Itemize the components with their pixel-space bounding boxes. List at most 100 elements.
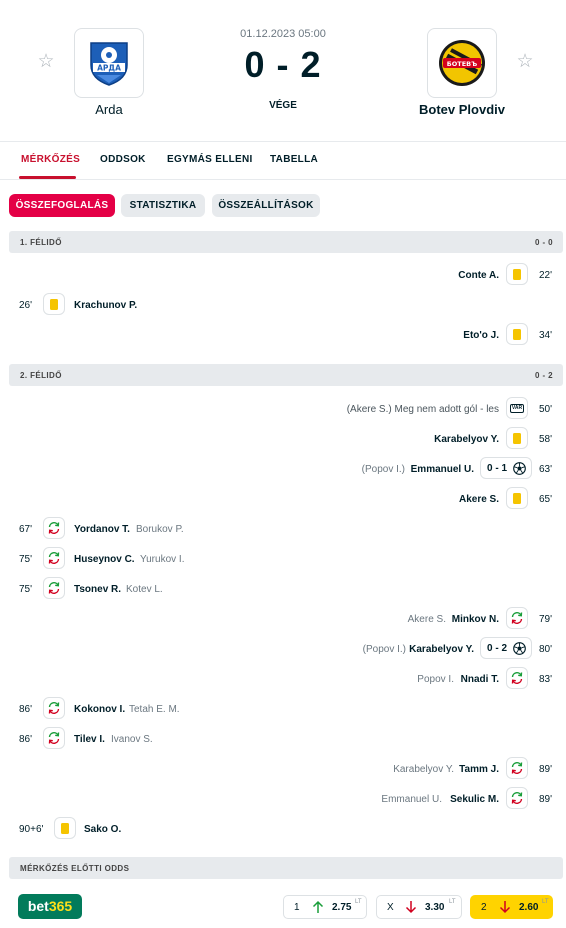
incident-time: 83'	[538, 674, 552, 685]
incident-time: 89'	[538, 764, 552, 775]
player-out-name[interactable]: Yurukov I.	[140, 554, 184, 565]
player-name[interactable]: Karabelyov Y.	[409, 644, 474, 655]
arrow-up-icon	[312, 900, 324, 913]
player-name[interactable]: Conte A.	[458, 270, 499, 281]
substitution-icon	[43, 697, 65, 719]
yellow-card-icon	[506, 487, 528, 509]
player-name[interactable]: Sako O.	[84, 824, 121, 835]
incident-time: 89'	[538, 794, 552, 805]
substitution-icon	[506, 607, 528, 629]
yellow-card-icon	[506, 323, 528, 345]
match-header: ☆ АРДА Arda 01.12.2023 05:00 0 - 2 VÉGE …	[0, 0, 566, 142]
bookmaker-name-part1: bet	[27, 898, 49, 914]
yellow-card-icon	[54, 817, 76, 839]
yellow-card-icon	[43, 293, 65, 315]
substitution-icon	[506, 667, 528, 689]
tab-match[interactable]: MÉRKŐZÉS	[21, 154, 80, 165]
incident-time: 75'	[19, 554, 33, 565]
player-out-name[interactable]: Popov I.	[417, 674, 454, 685]
incident-row: (Popov I.) Emmanuel U. 0 - 1 63'	[0, 456, 566, 482]
incident-time: 26'	[19, 300, 33, 311]
pre-match-odds-header: MÉRKŐZÉS ELŐTTI ODDS	[9, 857, 563, 879]
first-half-header: 1. FÉLIDŐ 0 - 0	[9, 231, 563, 253]
odds-label: 1	[294, 902, 300, 913]
yellow-card-icon	[506, 263, 528, 285]
odds-value: 2.75	[332, 902, 352, 913]
svg-text:БОТЕВЪ: БОТЕВЪ	[447, 60, 477, 68]
incident-time: 79'	[538, 614, 552, 625]
odds-button-home[interactable]: 1 2.75 LT	[283, 895, 367, 919]
incident-time: 86'	[19, 704, 33, 715]
assist-name[interactable]: (Popov I.)	[362, 464, 405, 475]
incident-time: 22'	[538, 270, 552, 281]
goal-score: 0 - 1	[487, 463, 508, 474]
incident-time: 80'	[538, 644, 552, 655]
incident-row: Popov I. Nnadi T. 83'	[0, 666, 566, 692]
away-team-name[interactable]: Botev Plovdiv	[392, 102, 532, 117]
tab-odds[interactable]: ODDSOK	[100, 154, 146, 165]
player-out-name[interactable]: Borukov P.	[136, 524, 184, 535]
incident-row: 86' Tilev I. Ivanov S.	[0, 726, 566, 752]
player-name[interactable]: Karabelyov Y.	[434, 434, 499, 445]
tab-head-to-head[interactable]: EGYMÁS ELLENI	[167, 154, 253, 165]
odds-title: MÉRKŐZÉS ELŐTTI ODDS	[20, 864, 130, 873]
assist-name[interactable]: (Popov I.)	[363, 644, 406, 655]
incident-row: Conte A. 22'	[0, 262, 566, 288]
odds-button-away[interactable]: 2 2.60 LT	[470, 895, 553, 919]
incident-row: 90+6' Sako O.	[0, 816, 566, 842]
player-out-name[interactable]: Tetah E. M.	[129, 704, 180, 715]
subtab-statistics[interactable]: STATISZTIKA	[121, 194, 205, 217]
player-name[interactable]: Krachunov P.	[74, 300, 137, 311]
player-in-name[interactable]: Yordanov T.	[74, 524, 130, 535]
first-half-label: 1. FÉLIDŐ	[20, 238, 62, 247]
incident-row: Akere S. Minkov N. 79'	[0, 606, 566, 632]
player-out-name[interactable]: Akere S.	[408, 614, 446, 625]
player-in-name[interactable]: Huseynov C.	[74, 554, 135, 565]
odds-superscript: LT	[355, 899, 362, 905]
away-favorite-star-icon[interactable]: ☆	[515, 52, 535, 72]
away-team-logo[interactable]: БОТЕВЪ	[427, 28, 497, 98]
tab-standings[interactable]: TABELLA	[270, 154, 318, 165]
incident-row: Akere S. 65'	[0, 486, 566, 512]
player-in-name[interactable]: Sekulic M.	[450, 794, 499, 805]
soccer-ball-icon	[513, 642, 526, 655]
subtab-summary[interactable]: ÖSSZEFOGLALÁS	[9, 194, 115, 217]
player-name[interactable]: Akere S.	[459, 494, 499, 505]
second-half-header: 2. FÉLIDŐ 0 - 2	[9, 364, 563, 386]
arrow-down-icon	[405, 901, 417, 914]
incident-time: 50'	[538, 404, 552, 415]
arrow-down-icon	[499, 901, 511, 914]
player-out-name[interactable]: Karabelyov Y.	[393, 764, 454, 775]
player-name[interactable]: Eto'o J.	[463, 330, 499, 341]
subtab-lineups[interactable]: ÖSSZEÁLLÍTÁSOK	[212, 194, 320, 217]
var-icon: VAR	[506, 397, 528, 419]
incident-row: Eto'o J. 34'	[0, 322, 566, 348]
second-half-label: 2. FÉLIDŐ	[20, 371, 62, 380]
odds-value: 3.30	[425, 902, 445, 913]
player-in-name[interactable]: Nnadi T.	[461, 674, 499, 685]
player-in-name[interactable]: Kokonov I.	[74, 704, 125, 715]
player-out-name[interactable]: Emmanuel U.	[381, 794, 442, 805]
player-name[interactable]: Emmanuel U.	[411, 464, 474, 475]
player-in-name[interactable]: Tilev I.	[74, 734, 105, 745]
incident-row: 67' Yordanov T. Borukov P.	[0, 516, 566, 542]
player-out-name[interactable]: Kotev L.	[126, 584, 163, 595]
goal-score-box: 0 - 2	[480, 637, 532, 659]
player-in-name[interactable]: Minkov N.	[452, 614, 499, 625]
incident-time: 63'	[538, 464, 552, 475]
player-in-name[interactable]: Tsonev R.	[74, 584, 121, 595]
active-tab-indicator	[19, 176, 76, 179]
incident-time: 90+6'	[19, 824, 44, 835]
odds-value: 2.60	[519, 902, 539, 913]
odds-button-draw[interactable]: X 3.30 LT	[376, 895, 462, 919]
var-note: (Akere S.) Meg nem adott gól - les	[346, 404, 499, 415]
player-out-name[interactable]: Ivanov S.	[111, 734, 153, 745]
bookmaker-logo[interactable]: bet365	[18, 894, 82, 919]
substitution-icon	[43, 727, 65, 749]
botev-crest-icon: БОТЕВЪ	[439, 40, 485, 86]
incident-row: 75' Huseynov C. Yurukov I.	[0, 546, 566, 572]
player-in-name[interactable]: Tamm J.	[459, 764, 499, 775]
incident-time: 58'	[538, 434, 552, 445]
first-half-score: 0 - 0	[534, 238, 553, 247]
goal-score: 0 - 2	[487, 643, 508, 654]
